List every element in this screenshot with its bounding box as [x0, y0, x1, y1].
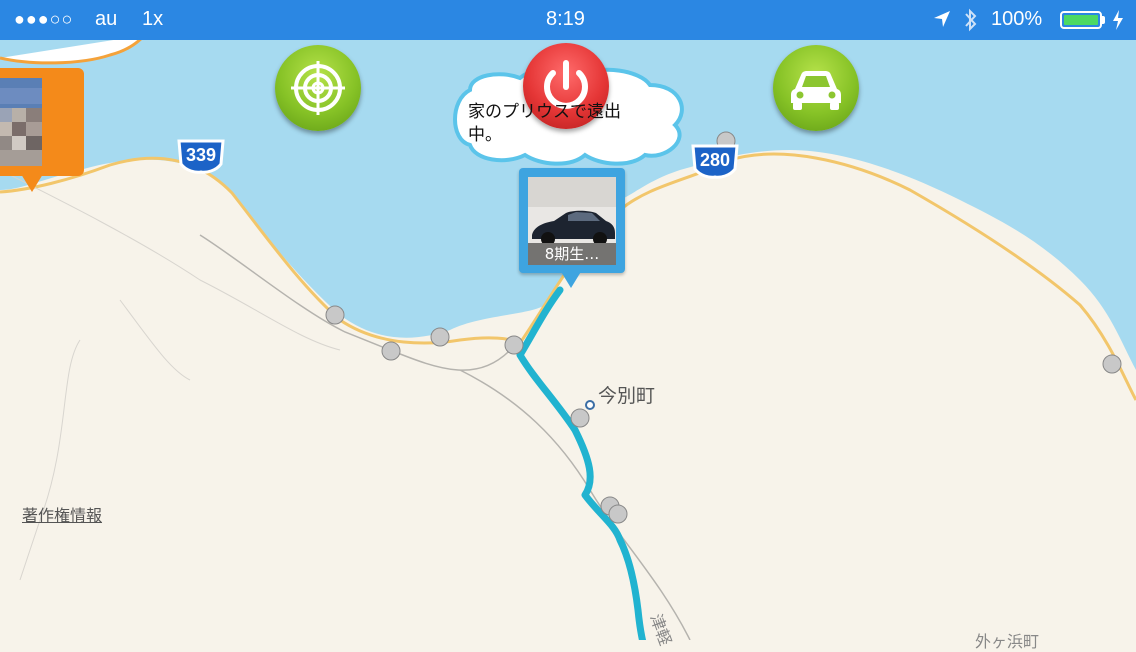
- area-label-sotogahama: 外ヶ浜町: [975, 632, 1040, 651]
- status-bar: ●●●○○ au 1x 8:19 100%: [0, 0, 1136, 40]
- route-280-shield: 280: [690, 143, 740, 179]
- map-point[interactable]: [325, 305, 345, 325]
- friend-photo-pin[interactable]: [0, 68, 84, 176]
- status-message: 家のプリウスで遠出 中。: [468, 101, 668, 147]
- map-point[interactable]: [381, 341, 401, 361]
- car-pin-tail: [560, 270, 582, 288]
- map-point[interactable]: [570, 408, 590, 428]
- route-280-label: 280: [699, 150, 731, 170]
- network-type: 1x: [142, 8, 164, 30]
- town-marker: [585, 400, 595, 410]
- map-point[interactable]: [430, 327, 450, 347]
- map-point[interactable]: [608, 504, 628, 524]
- battery-icon: [1060, 11, 1102, 29]
- town-label: 今別町: [598, 385, 656, 407]
- status-message-line-1: 家のプリウスで遠出: [468, 102, 621, 122]
- friend-photo: [0, 78, 42, 166]
- car-button[interactable]: [773, 45, 859, 131]
- status-message-line-2: 中。: [468, 125, 502, 145]
- location-arrow-icon: [932, 9, 952, 35]
- locate-button[interactable]: [275, 45, 361, 131]
- friend-pin-tail: [21, 174, 43, 192]
- car-photo-pin[interactable]: 8期生…: [519, 168, 625, 273]
- car-icon: [791, 71, 841, 110]
- signal-strength: ●●●○○: [14, 9, 74, 29]
- copyright-link[interactable]: 著作権情報: [22, 502, 102, 526]
- route-339-shield: 339: [176, 138, 226, 174]
- battery-tip: [1102, 16, 1105, 24]
- status-time: 8:19: [546, 8, 585, 30]
- bluetooth-icon: [963, 8, 979, 38]
- car-pin-caption: 8期生…: [528, 243, 616, 265]
- map-point[interactable]: [504, 335, 524, 355]
- battery-percent: 100%: [991, 8, 1043, 30]
- route-339-label: 339: [185, 145, 217, 165]
- carrier-name: au: [95, 8, 118, 30]
- crosshair-target-icon: [291, 61, 345, 115]
- map-point[interactable]: [1102, 354, 1122, 374]
- charging-icon: [1112, 10, 1124, 36]
